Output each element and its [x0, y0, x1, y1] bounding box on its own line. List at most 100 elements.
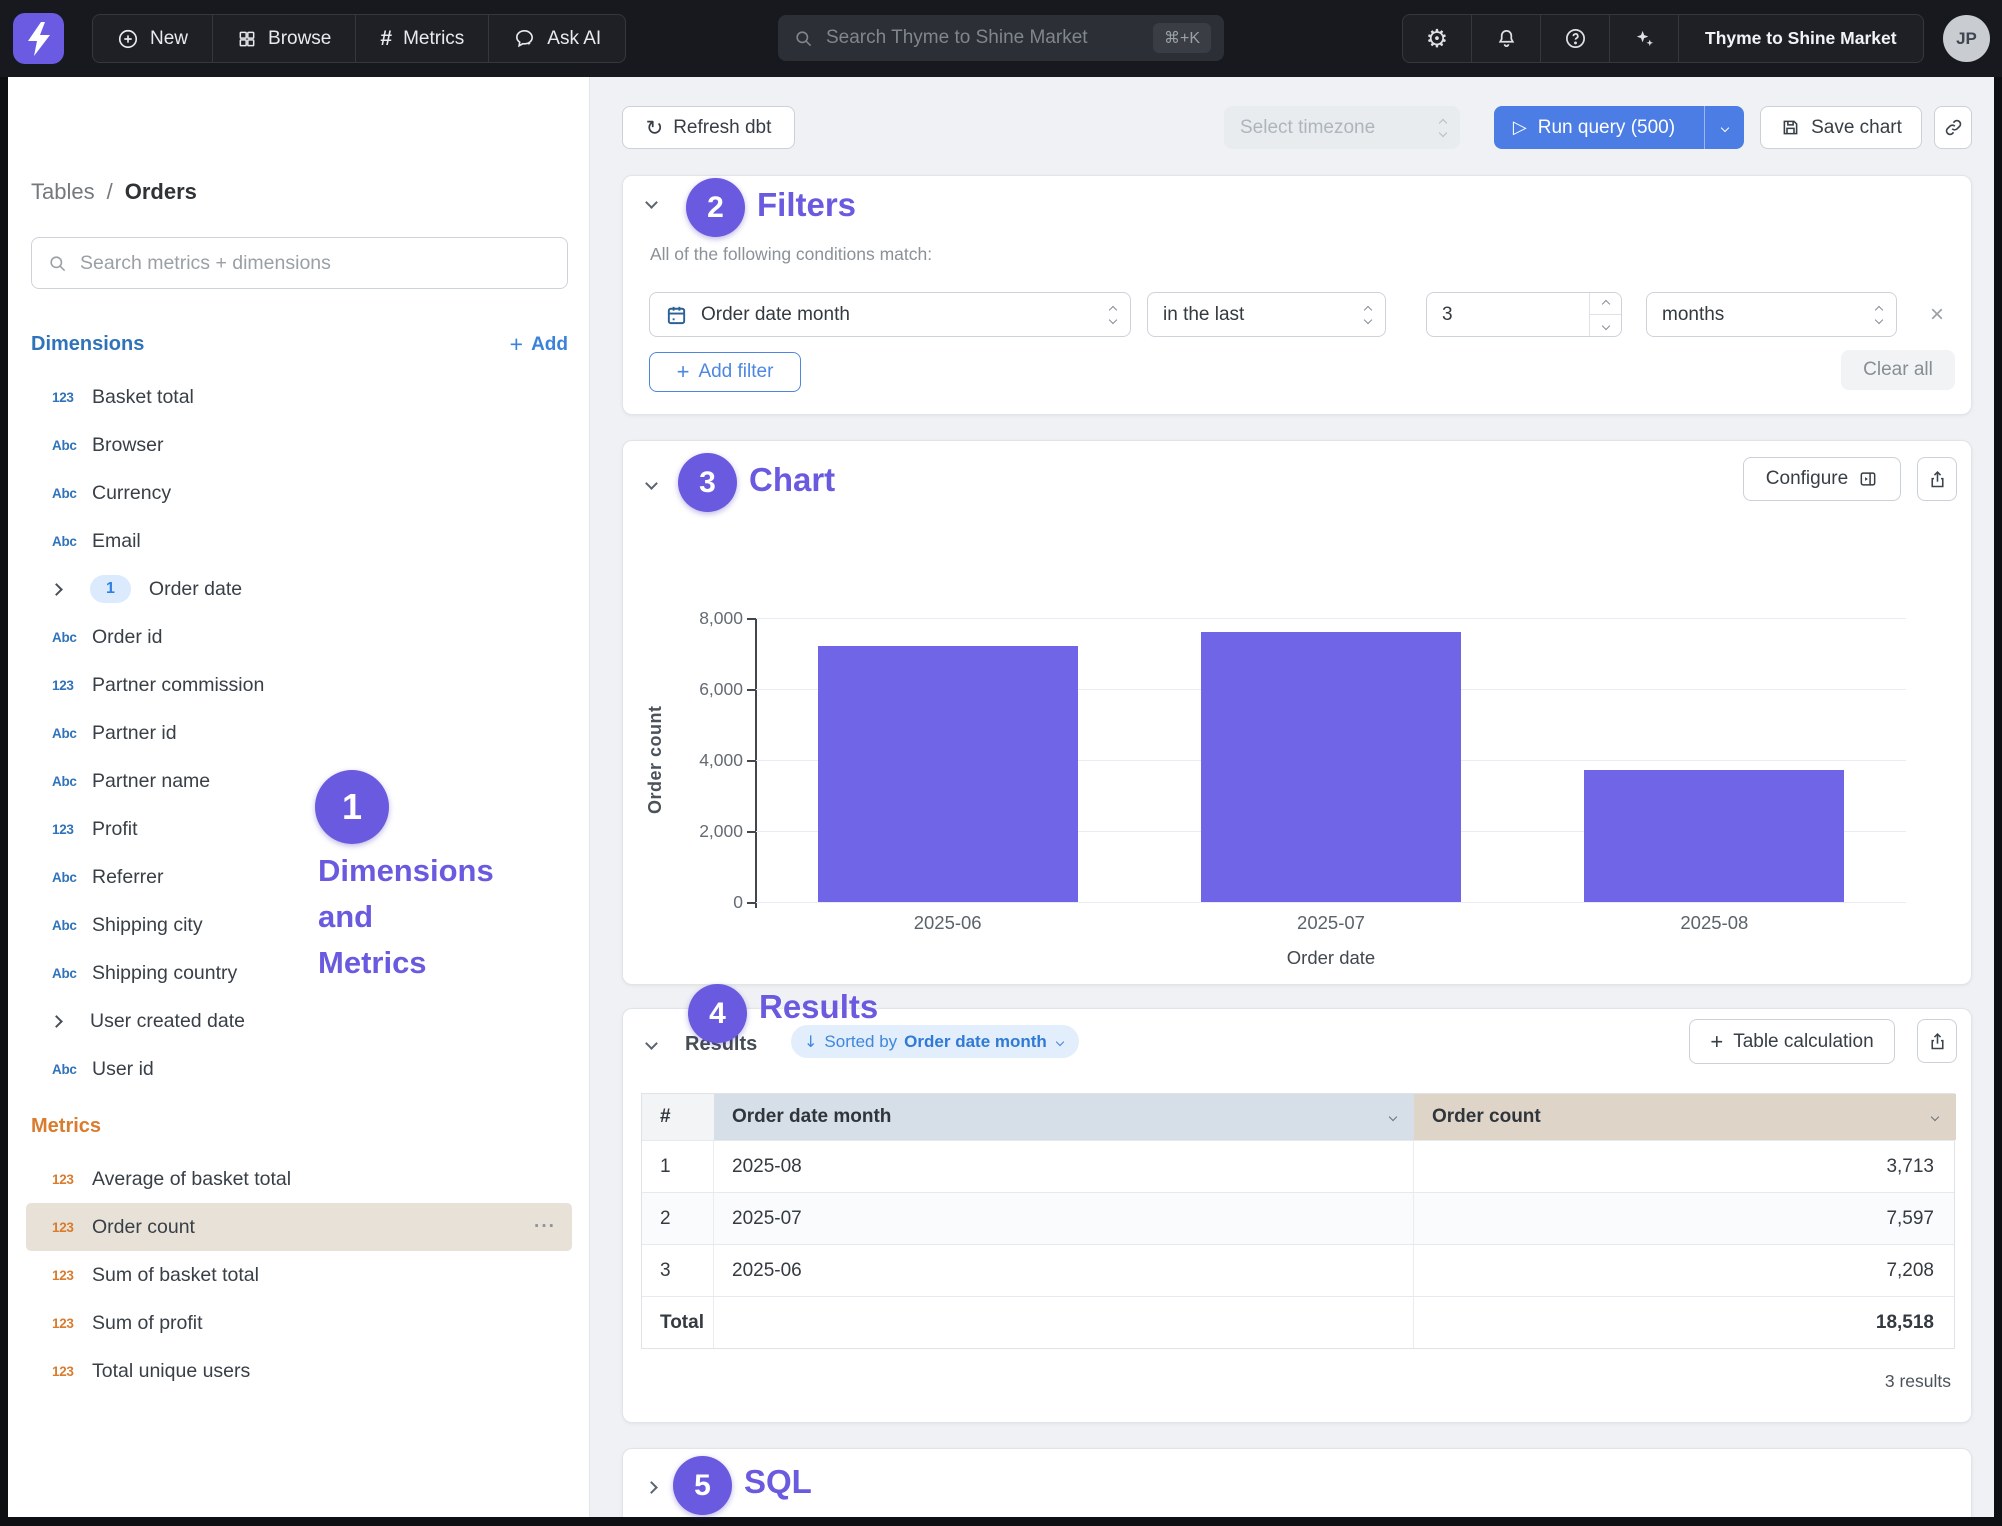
bar-2025-08[interactable] — [1584, 770, 1844, 902]
sidebar-item-average-of-basket-total[interactable]: 123Average of basket total — [26, 1155, 572, 1203]
sidebar-item-shipping-country[interactable]: AbcShipping country — [26, 949, 572, 997]
sidebar-item-order-count[interactable]: 123Order count··· — [26, 1203, 572, 1251]
settings-button[interactable]: ⚙ — [1403, 15, 1472, 62]
column-header-order-date-month[interactable]: Order date month — [714, 1094, 1414, 1140]
metrics-button[interactable]: # Metrics — [356, 15, 489, 62]
table-row[interactable]: 32025-067,208 — [642, 1244, 1954, 1296]
notifications-button[interactable] — [1472, 15, 1541, 62]
copy-link-button[interactable] — [1934, 106, 1972, 149]
sidebar-item-referrer[interactable]: AbcReferrer — [26, 853, 572, 901]
sidebar-item-user-created-date[interactable]: User created date — [26, 997, 572, 1045]
user-avatar[interactable]: JP — [1943, 15, 1990, 62]
sidebar-item-sum-of-basket-total[interactable]: 123Sum of basket total — [26, 1251, 572, 1299]
sidebar-item-shipping-city[interactable]: AbcShipping city — [26, 901, 572, 949]
order-count-cell[interactable]: 3,713 — [1414, 1141, 1956, 1192]
results-section: Results ↓ Sorted by Order date month + T… — [622, 1008, 1972, 1423]
field-label: Order id — [92, 626, 162, 649]
remove-filter-button[interactable]: × — [1919, 292, 1955, 337]
global-search-input[interactable]: Search Thyme to Shine Market ⌘+K — [778, 15, 1224, 61]
order-date-month-cell[interactable]: 2025-07 — [714, 1193, 1414, 1244]
stepper-up-icon[interactable] — [1590, 293, 1621, 315]
link-icon — [1943, 117, 1964, 138]
table-row[interactable]: 12025-083,713 — [642, 1140, 1954, 1192]
sidebar-item-partner-name[interactable]: AbcPartner name — [26, 757, 572, 805]
bell-icon — [1495, 27, 1518, 50]
filter-value-input[interactable]: 3 — [1426, 292, 1622, 337]
chevron-down-icon — [1056, 1037, 1064, 1045]
y-tick-label: 4,000 — [663, 750, 743, 771]
field-label: Partner name — [92, 770, 210, 793]
dimensions-list: 123Basket totalAbcBrowserAbcCurrencyAbcE… — [16, 373, 582, 1093]
sorted-by-pill[interactable]: ↓ Sorted by Order date month — [791, 1025, 1079, 1058]
search-icon — [794, 29, 813, 48]
field-label: Partner id — [92, 722, 177, 745]
order-count-cell[interactable]: 7,597 — [1414, 1193, 1956, 1244]
sidebar-item-sum-of-profit[interactable]: 123Sum of profit — [26, 1299, 572, 1347]
timezone-select[interactable]: Select timezone — [1224, 106, 1460, 149]
browse-button[interactable]: Browse — [213, 15, 356, 62]
sidebar-item-profit[interactable]: 123Profit — [26, 805, 572, 853]
ask-ai-button[interactable]: Ask AI — [489, 15, 625, 62]
breadcrumb-tables[interactable]: Tables — [31, 179, 95, 205]
field-label: Referrer — [92, 866, 164, 889]
add-dimension-button[interactable]: +Add — [510, 333, 568, 356]
select-chevrons-icon — [1365, 307, 1371, 323]
sidebar-item-partner-commission[interactable]: 123Partner commission — [26, 661, 572, 709]
fields-search-input[interactable]: Search metrics + dimensions — [31, 237, 568, 289]
total-value-cell: 18,518 — [1414, 1297, 1956, 1348]
add-filter-button[interactable]: + Add filter — [649, 352, 801, 392]
org-switcher[interactable]: Thyme to Shine Market — [1679, 15, 1923, 62]
collapse-filters-chevron-icon[interactable] — [645, 196, 658, 209]
collapse-chart-chevron-icon[interactable] — [645, 477, 658, 490]
sidebar-item-user-id[interactable]: AbcUser id — [26, 1045, 572, 1093]
chart-section: Configure Order count 02,0004,0006,0008,… — [622, 440, 1972, 985]
column-header-order-count[interactable]: Order count — [1414, 1094, 1956, 1140]
stepper-down-icon[interactable] — [1590, 315, 1621, 336]
bar-2025-06[interactable] — [818, 646, 1078, 902]
new-button[interactable]: New — [93, 15, 213, 62]
refresh-dbt-button[interactable]: ↻ Refresh dbt — [622, 106, 795, 149]
y-tick-mark — [747, 902, 755, 904]
sidebar-item-order-id[interactable]: AbcOrder id — [26, 613, 572, 661]
sidebar-item-currency[interactable]: AbcCurrency — [26, 469, 572, 517]
sidebar-item-email[interactable]: AbcEmail — [26, 517, 572, 565]
string-type-icon: Abc — [52, 918, 92, 933]
run-query-button[interactable]: ▷ Run query (500) — [1494, 106, 1744, 149]
arrow-down-icon: ↓ — [804, 1032, 817, 1051]
ai-assistant-button[interactable] — [1610, 15, 1679, 62]
expand-sql-chevron-icon[interactable] — [645, 1481, 658, 1494]
filter-operator-select[interactable]: in the last — [1147, 292, 1386, 337]
sidebar-item-partner-id[interactable]: AbcPartner id — [26, 709, 572, 757]
sidebar-item-basket-total[interactable]: 123Basket total — [26, 373, 572, 421]
filter-unit-select[interactable]: months — [1646, 292, 1897, 337]
order-count-cell[interactable]: 7,208 — [1414, 1245, 1956, 1296]
filters-section: All of the following conditions match: O… — [622, 175, 1972, 415]
configure-chart-button[interactable]: Configure — [1743, 457, 1901, 501]
plus-icon: + — [510, 333, 523, 356]
sidebar-item-browser[interactable]: AbcBrowser — [26, 421, 572, 469]
export-chart-button[interactable] — [1917, 457, 1957, 501]
sidebar-item-order-date[interactable]: 1Order date — [26, 565, 572, 613]
number-stepper[interactable] — [1589, 293, 1621, 336]
run-query-options-button[interactable] — [1704, 106, 1744, 149]
chevron-right-icon — [50, 583, 63, 596]
save-chart-button[interactable]: Save chart — [1760, 106, 1922, 149]
clear-all-filters-button[interactable]: Clear all — [1841, 350, 1955, 390]
search-icon — [48, 254, 67, 273]
app-logo[interactable] — [13, 13, 64, 64]
sidebar-item-total-unique-users[interactable]: 123Total unique users — [26, 1347, 572, 1395]
order-date-month-cell[interactable]: 2025-08 — [714, 1141, 1414, 1192]
bar-2025-07[interactable] — [1201, 632, 1461, 902]
order-date-month-cell[interactable]: 2025-06 — [714, 1245, 1414, 1296]
filter-field-select[interactable]: Order date month — [649, 292, 1131, 337]
column-header-row-number: # — [642, 1094, 714, 1140]
string-type-icon: Abc — [52, 966, 92, 981]
help-button[interactable] — [1541, 15, 1610, 62]
export-results-button[interactable] — [1917, 1019, 1957, 1063]
collapse-results-chevron-icon[interactable] — [645, 1037, 658, 1050]
plus-icon: + — [677, 359, 690, 385]
item-menu-icon[interactable]: ··· — [534, 1216, 572, 1238]
breadcrumb-separator: / — [107, 179, 113, 205]
table-row[interactable]: 22025-077,597 — [642, 1192, 1954, 1244]
table-calculation-button[interactable]: + Table calculation — [1689, 1019, 1895, 1064]
